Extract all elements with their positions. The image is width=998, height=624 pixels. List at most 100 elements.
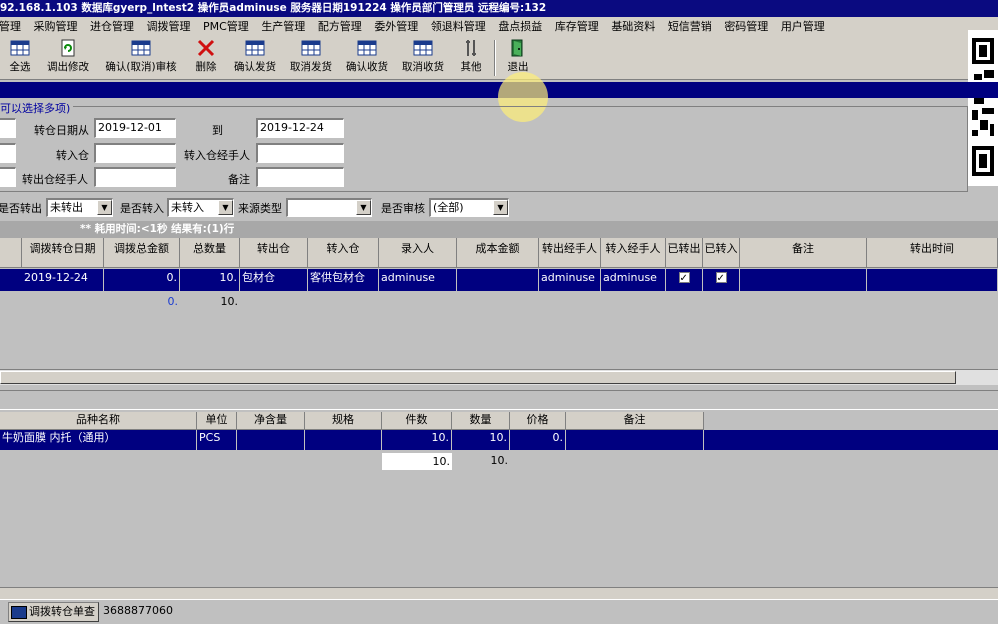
is-in-select[interactable]: 未转入 ▼ (167, 198, 234, 217)
transfer-grid[interactable]: 调拨转仓日期 调拨总金额 总数量 转出仓 转入仓 录入人 成本金额 转出经手人 … (0, 238, 998, 370)
grid1-hscrollbar[interactable] (0, 369, 998, 385)
grid2-header-qty[interactable]: 数量 (452, 412, 510, 430)
grid1-header-in-wh[interactable]: 转入仓 (308, 238, 379, 268)
menu-bar: 购管理 采购管理 进仓管理 调拨管理 PMC管理 生产管理 配方管理 委外管理 … (0, 17, 998, 36)
taskbar: 调拨转仓单查 3688877060 (0, 599, 998, 624)
detail-net (237, 430, 305, 450)
criteria-left-field-2[interactable] (0, 143, 16, 163)
grid1-header-out-wh[interactable]: 转出仓 (240, 238, 308, 268)
taskbar-info: 3688877060 (103, 604, 173, 617)
scroll-right-area[interactable] (958, 371, 998, 384)
modify-button[interactable]: 调出修改 (44, 38, 92, 78)
taskbar-window-button[interactable]: 调拨转仓单查 (8, 602, 99, 622)
grid2-header-unit[interactable]: 单位 (197, 412, 237, 430)
date-from-input[interactable]: 2019-12-01 (94, 118, 176, 138)
detail-grid[interactable]: 品种名称 单位 净含量 规格 件数 数量 价格 备注 牛奶面膜 内托（通用） P… (0, 412, 998, 587)
row-cost (457, 269, 539, 291)
checkbox-checked-icon[interactable] (678, 270, 690, 288)
grid2-header-spec[interactable]: 规格 (305, 412, 382, 430)
is-out-select[interactable]: 未转出 ▼ (46, 198, 113, 217)
row-qty: 10. (180, 269, 240, 291)
menu-item-sms[interactable]: 短信营销 (664, 17, 717, 36)
grid1-header-out-done[interactable]: 已转出 (666, 238, 703, 268)
select-all-button[interactable]: 全选 (6, 38, 34, 78)
row-in-wh: 客供包材仓 (308, 269, 379, 291)
audit-label: 是否审核 (381, 202, 425, 215)
menu-item-production[interactable]: 生产管理 (257, 17, 310, 36)
grid2-header-pieces[interactable]: 件数 (382, 412, 452, 430)
query-status: ** 耗用时间:<1秒 结果有:(1)行 (0, 221, 998, 238)
confirm-ship-button[interactable]: 确认发货 (231, 38, 279, 78)
chevron-down-icon: ▼ (218, 200, 233, 215)
menu-item-purchase-partial[interactable]: 购管理 (0, 17, 26, 36)
menu-item-stocktake[interactable]: 盘点损益 (494, 17, 547, 36)
cancel-receive-button[interactable]: 取消收货 (399, 38, 447, 78)
grid1-header-date[interactable]: 调拨转仓日期 (22, 238, 104, 268)
scroll-thumb[interactable] (0, 371, 956, 384)
in-handler-label: 转入仓经手人 (184, 149, 250, 162)
delete-button[interactable]: 删除 (192, 38, 220, 78)
table-row[interactable]: 牛奶面膜 内托（通用） PCS 10. 10. 0. (0, 430, 998, 450)
menu-item-stock-in[interactable]: 进仓管理 (86, 17, 139, 36)
row-out-done[interactable] (666, 269, 703, 291)
other-button[interactable]: 其他 (457, 38, 485, 78)
row-remark (740, 269, 867, 291)
audit-select[interactable]: (全部) ▼ (429, 198, 509, 217)
grid2-header-remark[interactable]: 备注 (566, 412, 704, 430)
cancel-ship-button[interactable]: 取消发货 (287, 38, 335, 78)
detail-price: 0. (510, 430, 566, 450)
grid1-header-in-done[interactable]: 已转入 (703, 238, 740, 268)
grid1-header-out-time[interactable]: 转出时间 (867, 238, 998, 268)
date-to-input[interactable]: 2019-12-24 (256, 118, 344, 138)
in-handler-input[interactable] (256, 143, 344, 163)
window-icon (11, 605, 27, 619)
grid1-header-remark[interactable]: 备注 (740, 238, 867, 268)
menu-item-pmc[interactable]: PMC管理 (199, 17, 254, 36)
table-row[interactable]: 2019-12-24 0. 10. 包材仓 客供包材仓 adminuse adm… (0, 269, 998, 291)
menu-item-purchase[interactable]: 采购管理 (30, 17, 83, 36)
grid1-header-entry[interactable]: 录入人 (379, 238, 457, 268)
criteria-left-field-1[interactable] (0, 118, 16, 138)
out-handler-input[interactable] (94, 167, 176, 187)
criteria-left-field-3[interactable] (0, 167, 16, 187)
grid1-header-in-handler[interactable]: 转入经手人 (601, 238, 666, 268)
checkbox-checked-icon[interactable] (715, 270, 727, 288)
toolbar-separator (494, 40, 496, 76)
grid1-header-rowmarker (0, 238, 22, 268)
grid1-header-cost[interactable]: 成本金额 (457, 238, 539, 268)
is-out-label: 是否转出 (0, 202, 42, 215)
grid1-header-out-handler[interactable]: 转出经手人 (539, 238, 601, 268)
row-in-handler: adminuse (601, 269, 666, 291)
row-out-time (867, 269, 998, 291)
confirm-receive-button[interactable]: 确认收货 (343, 38, 391, 78)
menu-item-material-issue[interactable]: 领退料管理 (427, 17, 491, 36)
menu-item-password[interactable]: 密码管理 (720, 17, 773, 36)
grid1-header-qty[interactable]: 总数量 (180, 238, 240, 268)
query-status-text: ** 耗用时间:<1秒 结果有:(1)行 (80, 223, 235, 235)
row-in-done[interactable] (703, 269, 740, 291)
qr-code (968, 30, 998, 186)
chevron-down-icon: ▼ (493, 200, 508, 215)
grid2-header-net[interactable]: 净含量 (237, 412, 305, 430)
filter-row: 是否转出 未转出 ▼ 是否转入 未转入 ▼ 来源类型 ▼ 是否审核 (全部) ▼ (0, 196, 998, 218)
menu-item-formula[interactable]: 配方管理 (314, 17, 367, 36)
grid2-header-price[interactable]: 价格 (510, 412, 566, 430)
menu-item-users[interactable]: 用户管理 (777, 17, 830, 36)
source-type-select[interactable]: ▼ (286, 198, 372, 217)
toolbar: 全选 调出修改 确认(取消)审核 删除 确认发货 取消发货 确认收货 取消收货 … (0, 36, 968, 80)
menu-item-transfer[interactable]: 调拨管理 (143, 17, 196, 36)
refresh-doc-icon (61, 39, 75, 57)
grid1-header-amount[interactable]: 调拨总金额 (104, 238, 180, 268)
menu-item-outsourcing[interactable]: 委外管理 (370, 17, 423, 36)
chevron-down-icon: ▼ (97, 200, 112, 215)
remark-input[interactable] (256, 167, 344, 187)
grid2-header-name[interactable]: 品种名称 (0, 412, 197, 430)
date-to-label: 到 (212, 124, 223, 137)
delete-x-icon (197, 39, 215, 57)
menu-item-basic-data[interactable]: 基础资料 (607, 17, 660, 36)
total-pieces: 10. (382, 453, 452, 470)
detail-name: 牛奶面膜 内托（通用） (0, 430, 197, 450)
audit-toggle-button[interactable]: 确认(取消)审核 (101, 38, 181, 78)
in-warehouse-input[interactable] (94, 143, 176, 163)
menu-item-inventory[interactable]: 库存管理 (551, 17, 604, 36)
